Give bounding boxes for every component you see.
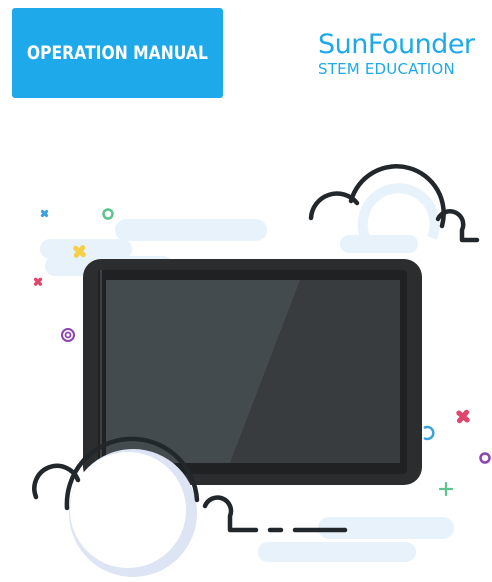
ring-icon — [102, 208, 114, 220]
ring-icon — [61, 328, 75, 342]
sparkle-icon — [33, 277, 43, 286]
cover-illustration — [32, 164, 491, 577]
ring-icon — [423, 425, 435, 441]
sparkle-icon — [456, 409, 470, 424]
sparkle-icon — [40, 209, 49, 218]
plus-icon — [438, 481, 454, 497]
cloud-icon — [308, 164, 480, 250]
ring-icon — [479, 452, 491, 464]
